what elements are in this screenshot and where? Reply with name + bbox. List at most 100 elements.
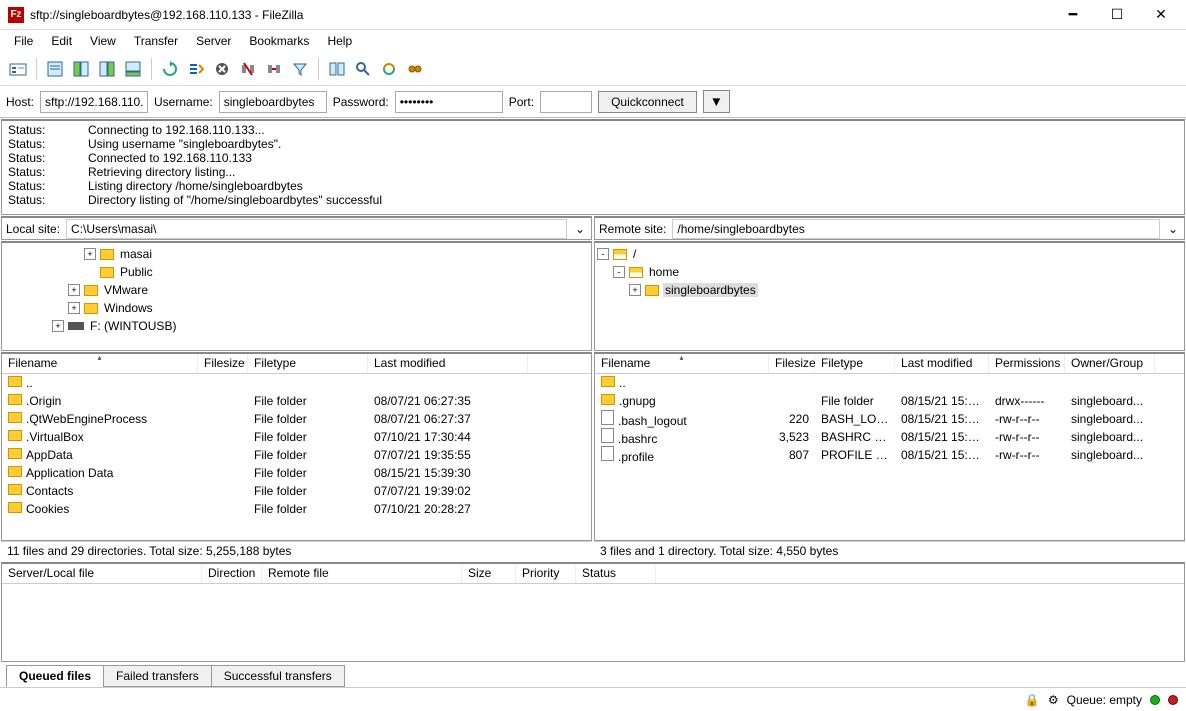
- file-cell-type: File folder: [248, 430, 368, 444]
- tree-toggle[interactable]: +: [84, 248, 96, 260]
- column-header[interactable]: Filesize: [198, 354, 248, 373]
- local-tree[interactable]: +masaiPublic+VMware+Windows+F: (WINTOUSB…: [1, 241, 592, 351]
- tree-toggle[interactable]: -: [597, 248, 609, 260]
- tree-node[interactable]: -/: [597, 245, 1182, 263]
- file-row[interactable]: .bashrc3,523BASHRC File08/15/21 15:44:..…: [595, 428, 1184, 446]
- tree-node[interactable]: +Windows: [4, 299, 589, 317]
- folder-icon: [100, 267, 114, 278]
- tree-node[interactable]: Public: [4, 263, 589, 281]
- process-queue-button[interactable]: [184, 57, 208, 81]
- local-file-list[interactable]: Filename▴FilesizeFiletypeLast modified .…: [1, 352, 592, 541]
- toggle-local-tree-button[interactable]: [69, 57, 93, 81]
- refresh-button[interactable]: [158, 57, 182, 81]
- file-row[interactable]: .gnupgFile folder08/15/21 15:45:...drwx-…: [595, 392, 1184, 410]
- menu-view[interactable]: View: [82, 32, 124, 50]
- username-input[interactable]: [219, 91, 327, 113]
- local-site-label: Local site:: [2, 222, 64, 236]
- toggle-log-button[interactable]: [43, 57, 67, 81]
- tree-node[interactable]: -home: [597, 263, 1182, 281]
- cancel-button[interactable]: [210, 57, 234, 81]
- menu-transfer[interactable]: Transfer: [126, 32, 186, 50]
- local-path-input[interactable]: [66, 219, 567, 239]
- file-row[interactable]: .OriginFile folder08/07/21 06:27:35: [2, 392, 591, 410]
- password-input[interactable]: [395, 91, 503, 113]
- port-input[interactable]: [540, 91, 592, 113]
- menu-help[interactable]: Help: [319, 32, 360, 50]
- file-row[interactable]: .profile807PROFILE File08/15/21 15:44:..…: [595, 446, 1184, 464]
- queue-tab[interactable]: Queued files: [6, 665, 104, 687]
- tree-node[interactable]: +masai: [4, 245, 589, 263]
- column-header[interactable]: Filetype: [248, 354, 368, 373]
- filter-button[interactable]: [288, 57, 312, 81]
- file-row[interactable]: .VirtualBoxFile folder07/10/21 17:30:44: [2, 428, 591, 446]
- maximize-button[interactable]: ☐: [1104, 5, 1130, 25]
- toggle-queue-button[interactable]: [121, 57, 145, 81]
- toggle-remote-tree-button[interactable]: [95, 57, 119, 81]
- site-manager-button[interactable]: [6, 57, 30, 81]
- column-header[interactable]: Remote file: [262, 564, 462, 583]
- column-header[interactable]: Last modified: [368, 354, 528, 373]
- file-row[interactable]: ..: [2, 374, 591, 392]
- file-row[interactable]: .QtWebEngineProcessFile folder08/07/21 0…: [2, 410, 591, 428]
- disconnect-button[interactable]: [236, 57, 260, 81]
- queue-tab[interactable]: Successful transfers: [211, 665, 345, 687]
- menu-edit[interactable]: Edit: [43, 32, 80, 50]
- file-cell-name: .QtWebEngineProcess: [2, 412, 198, 426]
- file-cell-name: Contacts: [2, 484, 198, 498]
- remote-tree[interactable]: -/-home+singleboardbytes: [594, 241, 1185, 351]
- column-header[interactable]: Size: [462, 564, 516, 583]
- transfer-queue[interactable]: Server/Local fileDirectionRemote fileSiz…: [1, 562, 1185, 662]
- remote-path-dropdown[interactable]: ⌄: [1162, 222, 1184, 236]
- column-header[interactable]: Filename▴: [595, 354, 769, 373]
- file-cell-own: singleboard...: [1065, 448, 1155, 462]
- tree-toggle[interactable]: +: [68, 302, 80, 314]
- column-header[interactable]: Filesize: [769, 354, 815, 373]
- column-header[interactable]: Last modified: [895, 354, 989, 373]
- tree-node[interactable]: +F: (WINTOUSB): [4, 317, 589, 335]
- menu-file[interactable]: File: [6, 32, 41, 50]
- column-header[interactable]: Owner/Group: [1065, 354, 1155, 373]
- file-row[interactable]: .bash_logout220BASH_LOG...08/15/21 15:44…: [595, 410, 1184, 428]
- remote-path-input[interactable]: [672, 219, 1160, 239]
- menu-server[interactable]: Server: [188, 32, 239, 50]
- tree-toggle[interactable]: +: [629, 284, 641, 296]
- remote-file-list[interactable]: Filename▴FilesizeFiletypeLast modifiedPe…: [594, 352, 1185, 541]
- tree-node[interactable]: +singleboardbytes: [597, 281, 1182, 299]
- quickconnect-button[interactable]: Quickconnect: [598, 91, 697, 113]
- tree-toggle[interactable]: -: [613, 266, 625, 278]
- file-row[interactable]: Application DataFile folder08/15/21 15:3…: [2, 464, 591, 482]
- folder-icon: [8, 430, 22, 441]
- column-header[interactable]: Priority: [516, 564, 576, 583]
- tree-toggle[interactable]: +: [52, 320, 64, 332]
- auto-sync-button[interactable]: [377, 57, 401, 81]
- menu-bookmarks[interactable]: Bookmarks: [241, 32, 317, 50]
- column-header[interactable]: Filename▴: [2, 354, 198, 373]
- log-message: Listing directory /home/singleboardbytes: [88, 179, 303, 193]
- column-header[interactable]: Filetype: [815, 354, 895, 373]
- local-path-dropdown[interactable]: ⌄: [569, 222, 591, 236]
- column-header[interactable]: Permissions: [989, 354, 1065, 373]
- close-button[interactable]: ✕: [1148, 5, 1174, 25]
- remote-status: 3 files and 1 directory. Total size: 4,5…: [594, 541, 1185, 561]
- host-input[interactable]: [40, 91, 148, 113]
- compare-button[interactable]: [325, 57, 349, 81]
- folder-icon: [8, 376, 22, 387]
- column-header[interactable]: Status: [576, 564, 656, 583]
- column-header[interactable]: Direction: [202, 564, 262, 583]
- reconnect-button[interactable]: [262, 57, 286, 81]
- message-log[interactable]: Status:Connecting to 192.168.110.133...S…: [1, 119, 1185, 215]
- queue-tab[interactable]: Failed transfers: [103, 665, 212, 687]
- quickconnect-dropdown[interactable]: ▼: [703, 90, 730, 113]
- file-row[interactable]: CookiesFile folder07/10/21 20:28:27: [2, 500, 591, 518]
- tree-toggle[interactable]: +: [68, 284, 80, 296]
- find-button[interactable]: [403, 57, 427, 81]
- sync-browse-button[interactable]: [351, 57, 375, 81]
- file-icon: [601, 410, 614, 425]
- file-row[interactable]: ContactsFile folder07/07/21 19:39:02: [2, 482, 591, 500]
- drive-icon: [68, 322, 84, 330]
- file-row[interactable]: ..: [595, 374, 1184, 392]
- minimize-button[interactable]: ━: [1060, 5, 1086, 25]
- column-header[interactable]: Server/Local file: [2, 564, 202, 583]
- tree-node[interactable]: +VMware: [4, 281, 589, 299]
- file-row[interactable]: AppDataFile folder07/07/21 19:35:55: [2, 446, 591, 464]
